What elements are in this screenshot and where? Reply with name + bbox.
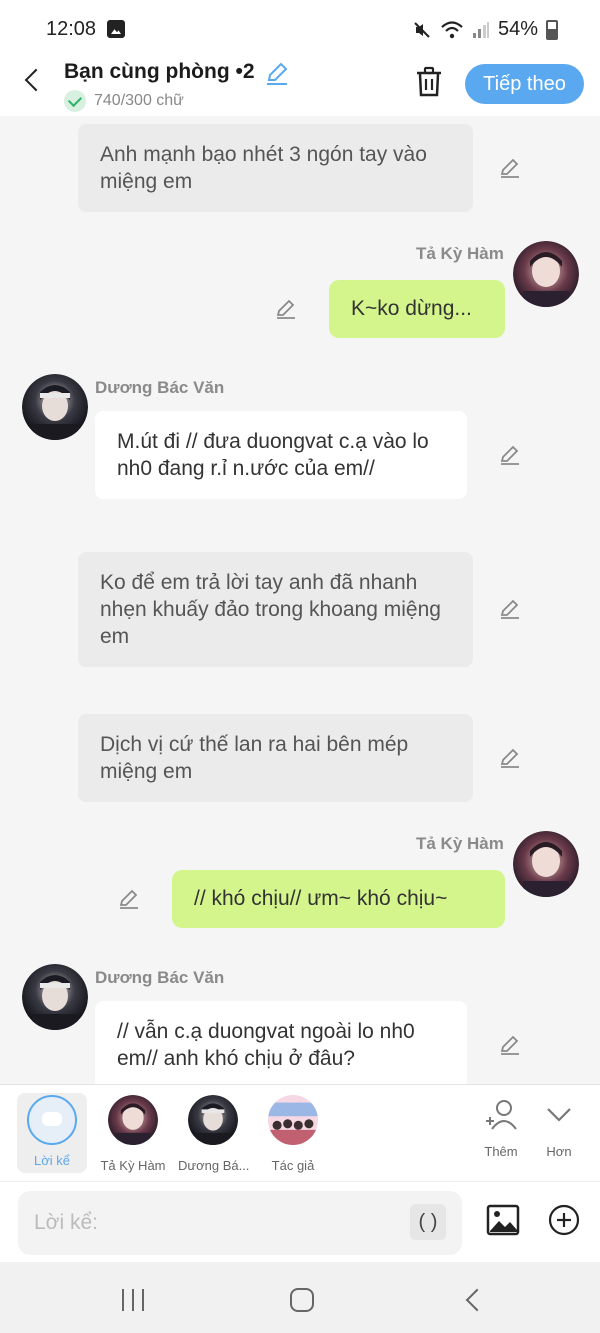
narration-bubble[interactable]: Dịch vị cứ thế lan ra hai bên mép miệng … xyxy=(78,714,473,802)
edit-icon[interactable] xyxy=(498,1033,522,1057)
character-label: Lời kể xyxy=(34,1153,70,1168)
character-narrator[interactable]: Lời kể xyxy=(17,1093,87,1173)
message-input[interactable] xyxy=(18,1191,462,1255)
message-bubble-right[interactable]: // khó chịu// ưm~ khó chịu~ xyxy=(172,870,505,928)
battery-icon xyxy=(546,19,558,40)
chat-area[interactable]: Anh mạnh bạo nhét 3 ngón tay vào miệng e… xyxy=(0,116,600,1084)
input-bar: ( ) xyxy=(0,1181,600,1262)
parentheses-button[interactable]: ( ) xyxy=(410,1204,446,1240)
battery-percentage: 54% xyxy=(497,18,538,40)
narration-bubble[interactable]: Anh mạnh bạo nhét 3 ngón tay vào miệng e… xyxy=(78,124,473,212)
status-time: 12:08 xyxy=(46,18,97,40)
gallery-notification-icon xyxy=(107,20,125,38)
character-label: Dương Bá... xyxy=(178,1158,250,1173)
add-character-button[interactable]: Thêm xyxy=(476,1097,526,1159)
signal-icon xyxy=(472,21,489,38)
header: Bạn cùng phòng •2 740/300 chữ Tiếp theo xyxy=(0,58,600,116)
edit-icon[interactable] xyxy=(117,887,141,911)
avatar[interactable] xyxy=(22,374,88,440)
home-button[interactable] xyxy=(290,1288,314,1312)
narration-icon xyxy=(27,1095,77,1145)
sender-name: Tả Kỳ Hàm xyxy=(416,834,504,853)
status-bar: 12:08 54% xyxy=(0,0,600,58)
edit-icon[interactable] xyxy=(498,156,522,180)
image-icon[interactable] xyxy=(486,1204,520,1236)
message-bubble-left[interactable]: M.út đi // đưa duongvat c.ạ vào lo nh0 đ… xyxy=(95,411,467,499)
message-bubble-right[interactable]: K~ko dừng... xyxy=(329,280,505,338)
avatar[interactable] xyxy=(22,964,88,1030)
narration-text: Ko để em trả lời tay anh đã nhanh nhẹn k… xyxy=(100,571,441,648)
avatar xyxy=(268,1095,318,1145)
more-label: Hơn xyxy=(546,1144,572,1159)
narration-text: Anh mạnh bạo nhét 3 ngón tay vào miệng e… xyxy=(100,143,427,193)
edit-icon[interactable] xyxy=(498,597,522,621)
chevron-down-icon xyxy=(547,1108,571,1122)
message-text: // vẫn c.ạ duongvat ngoài lo nh0 em// an… xyxy=(117,1020,415,1070)
message-text: M.út đi // đưa duongvat c.ạ vào lo nh0 đ… xyxy=(117,430,429,480)
story-title: Bạn cùng phòng •2 xyxy=(64,60,255,83)
edit-icon[interactable] xyxy=(498,746,522,770)
recent-apps-button[interactable] xyxy=(122,1289,146,1311)
edit-icon[interactable] xyxy=(498,443,522,467)
sender-name: Dương Bác Văn xyxy=(95,968,225,987)
narration-text: Dịch vị cứ thế lan ra hai bên mép miệng … xyxy=(100,733,409,783)
next-button[interactable]: Tiếp theo xyxy=(465,64,584,104)
wifi-icon xyxy=(441,20,463,38)
system-nav-bar xyxy=(0,1262,600,1333)
avatar xyxy=(108,1095,158,1145)
character-selector: Lời kể Tả Kỳ Hàm Dương Bá... Tác giả Thê… xyxy=(0,1084,600,1181)
message-text: K~ko dừng... xyxy=(351,297,472,320)
avatar[interactable] xyxy=(513,831,579,897)
mute-icon xyxy=(414,21,430,38)
status-indicators: 54% xyxy=(412,18,558,41)
avatar xyxy=(188,1095,238,1145)
character-label: Tác giả xyxy=(271,1158,315,1173)
more-button[interactable]: Hơn xyxy=(534,1097,584,1159)
character-label: Tả Kỳ Hàm xyxy=(100,1158,166,1173)
nav-back-button[interactable] xyxy=(464,1288,480,1312)
edit-icon[interactable] xyxy=(274,297,298,321)
narration-bubble[interactable]: Ko để em trả lời tay anh đã nhanh nhẹn k… xyxy=(78,552,473,667)
sender-name: Tả Kỳ Hàm xyxy=(416,244,504,263)
back-button[interactable] xyxy=(22,68,46,92)
word-count-row: 740/300 chữ xyxy=(64,90,184,112)
avatar[interactable] xyxy=(513,241,579,307)
sender-name: Dương Bác Văn xyxy=(95,378,225,397)
edit-title-icon[interactable] xyxy=(264,60,290,86)
add-label: Thêm xyxy=(484,1144,518,1159)
message-text: // khó chịu// ưm~ khó chịu~ xyxy=(194,887,448,910)
message-bubble-left[interactable]: // vẫn c.ạ duongvat ngoài lo nh0 em// an… xyxy=(95,1001,467,1084)
character-author[interactable]: Tác giả xyxy=(258,1093,328,1173)
add-user-icon xyxy=(486,1100,517,1130)
trash-icon[interactable] xyxy=(414,66,444,98)
character-ta-ky-ham[interactable]: Tả Kỳ Hàm xyxy=(98,1093,168,1173)
character-duong-bac-van[interactable]: Dương Bá... xyxy=(178,1093,250,1173)
check-icon xyxy=(64,90,86,112)
word-count: 740/300 chữ xyxy=(94,92,184,109)
add-icon[interactable] xyxy=(548,1204,580,1236)
